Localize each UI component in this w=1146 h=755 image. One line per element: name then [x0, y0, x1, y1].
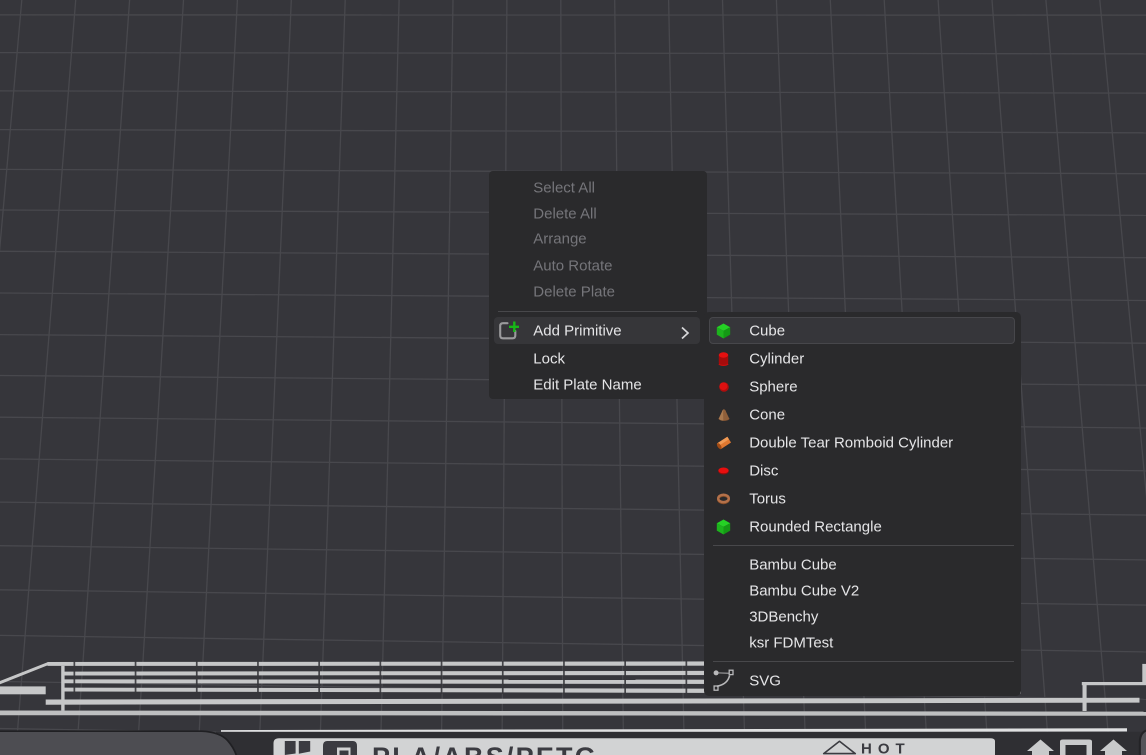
svg-text:PLA/ABS/PETG: PLA/ABS/PETG: [372, 742, 598, 755]
svg-text:HOT: HOT: [861, 741, 911, 755]
